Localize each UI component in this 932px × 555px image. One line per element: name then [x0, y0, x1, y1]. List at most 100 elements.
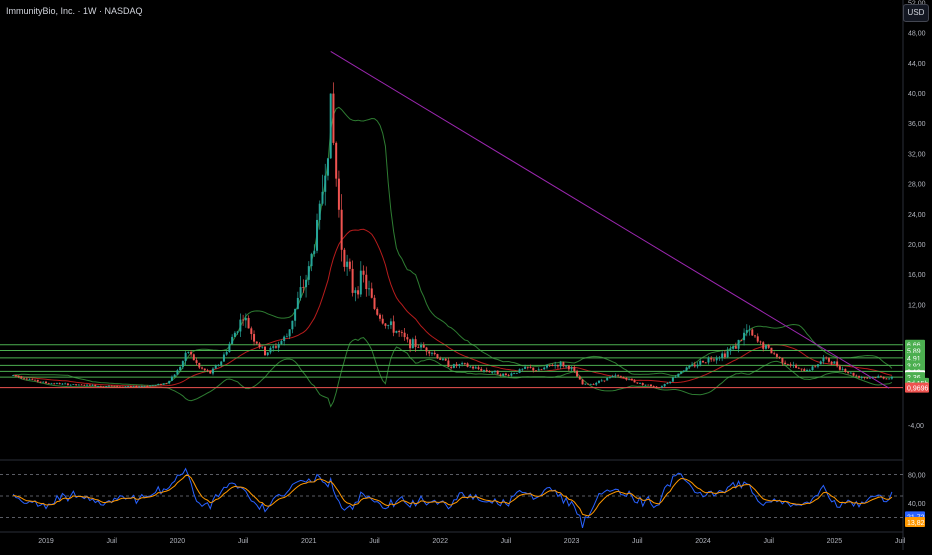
candle-body: [47, 383, 50, 384]
candle-body: [294, 308, 297, 321]
candle-body: [808, 370, 811, 371]
candle-body: [184, 352, 187, 362]
price-chart[interactable]: 52,0048,0044,0040,0036,0032,0028,0024,00…: [0, 0, 932, 550]
candle-body: [225, 351, 228, 355]
candle-body: [359, 270, 362, 295]
candle-body: [477, 367, 480, 369]
candle-body: [105, 386, 108, 387]
candle-body: [348, 261, 351, 269]
rsi-y-tick-label: 40,00: [908, 501, 926, 508]
x-tick-label: Juil: [106, 538, 117, 545]
candle-body: [113, 385, 116, 387]
candle-body: [797, 367, 800, 369]
candle-body: [244, 317, 247, 321]
candle-body: [732, 346, 735, 349]
candle-body: [206, 370, 209, 372]
candle-body: [455, 364, 458, 366]
candle-body: [729, 348, 732, 352]
candle-body: [811, 366, 814, 371]
candle-body: [313, 250, 316, 254]
candle-body: [228, 343, 231, 352]
candle-body: [107, 385, 110, 387]
candle-body: [121, 386, 124, 388]
candle-body: [721, 353, 724, 358]
candle-body: [441, 358, 444, 360]
candle-body: [165, 383, 168, 385]
x-tick-label: 2020: [170, 538, 186, 545]
candle-body: [710, 358, 713, 360]
candle-body: [677, 373, 680, 377]
candle-body: [192, 354, 195, 361]
candle-body: [597, 380, 600, 383]
x-tick-label: 2025: [827, 538, 843, 545]
candle-body: [858, 376, 861, 378]
chart-root[interactable]: 52,0048,0044,0040,0036,0032,0028,0024,00…: [0, 0, 932, 550]
candle-body: [365, 274, 368, 290]
candle-body: [231, 336, 234, 344]
candle-body: [116, 385, 119, 387]
candle-body: [64, 383, 67, 385]
candle-body: [581, 379, 584, 385]
candle-body: [551, 365, 554, 366]
candle-body: [693, 364, 696, 367]
candle-body: [310, 253, 313, 267]
candle-body: [630, 378, 633, 381]
candle-body: [669, 381, 672, 384]
candle-body: [515, 372, 518, 374]
candle-body: [603, 380, 606, 382]
candle-body: [786, 364, 789, 365]
candle-body: [592, 384, 595, 385]
candle-body: [398, 330, 401, 333]
candle-body: [389, 321, 392, 326]
candle-body: [499, 374, 502, 376]
candle-body: [452, 364, 455, 368]
candle-body: [756, 336, 759, 342]
candle-body: [296, 297, 299, 309]
y-tick-label: 16,00: [908, 272, 926, 279]
candle-body: [688, 365, 691, 368]
candle-body: [176, 370, 179, 375]
candle-body: [266, 352, 269, 356]
candle-body: [841, 368, 844, 370]
candle-body: [537, 369, 540, 371]
candle-body: [463, 363, 466, 364]
candle-body: [195, 360, 198, 363]
candle-body: [384, 323, 387, 326]
candle-body: [666, 383, 669, 384]
candle-body: [874, 377, 877, 379]
candle-body: [866, 377, 869, 379]
candle-body: [318, 203, 321, 220]
candle-body: [102, 386, 105, 388]
candle-body: [326, 158, 329, 176]
candle-body: [88, 384, 91, 386]
x-tick-label: 2024: [695, 538, 711, 545]
candle-body: [600, 380, 603, 382]
candle-body: [483, 369, 485, 371]
y-tick-label: 12,00: [908, 302, 926, 309]
candle-body: [567, 365, 570, 370]
candle-body: [554, 364, 557, 366]
candle-body: [409, 339, 412, 349]
candle-body: [674, 376, 677, 378]
candle-body: [45, 381, 47, 384]
candle-body: [743, 332, 746, 341]
candle-body: [302, 287, 305, 288]
currency-button[interactable]: USD: [903, 4, 929, 22]
candle-body: [619, 376, 622, 378]
candle-body: [357, 290, 360, 295]
candle-body: [250, 328, 253, 335]
candle-body: [157, 384, 160, 386]
candle-body: [97, 385, 100, 387]
candle-body: [718, 357, 721, 359]
candle-body: [781, 357, 784, 363]
candle-body: [411, 339, 414, 349]
candle-body: [450, 366, 453, 368]
candle-body: [376, 308, 379, 315]
candle-body: [414, 339, 417, 347]
candle-body: [513, 373, 516, 375]
candle-body: [819, 361, 822, 365]
candle-body: [39, 381, 42, 383]
candle-body: [712, 359, 715, 361]
candle-body: [806, 370, 809, 372]
candle-body: [283, 336, 286, 342]
